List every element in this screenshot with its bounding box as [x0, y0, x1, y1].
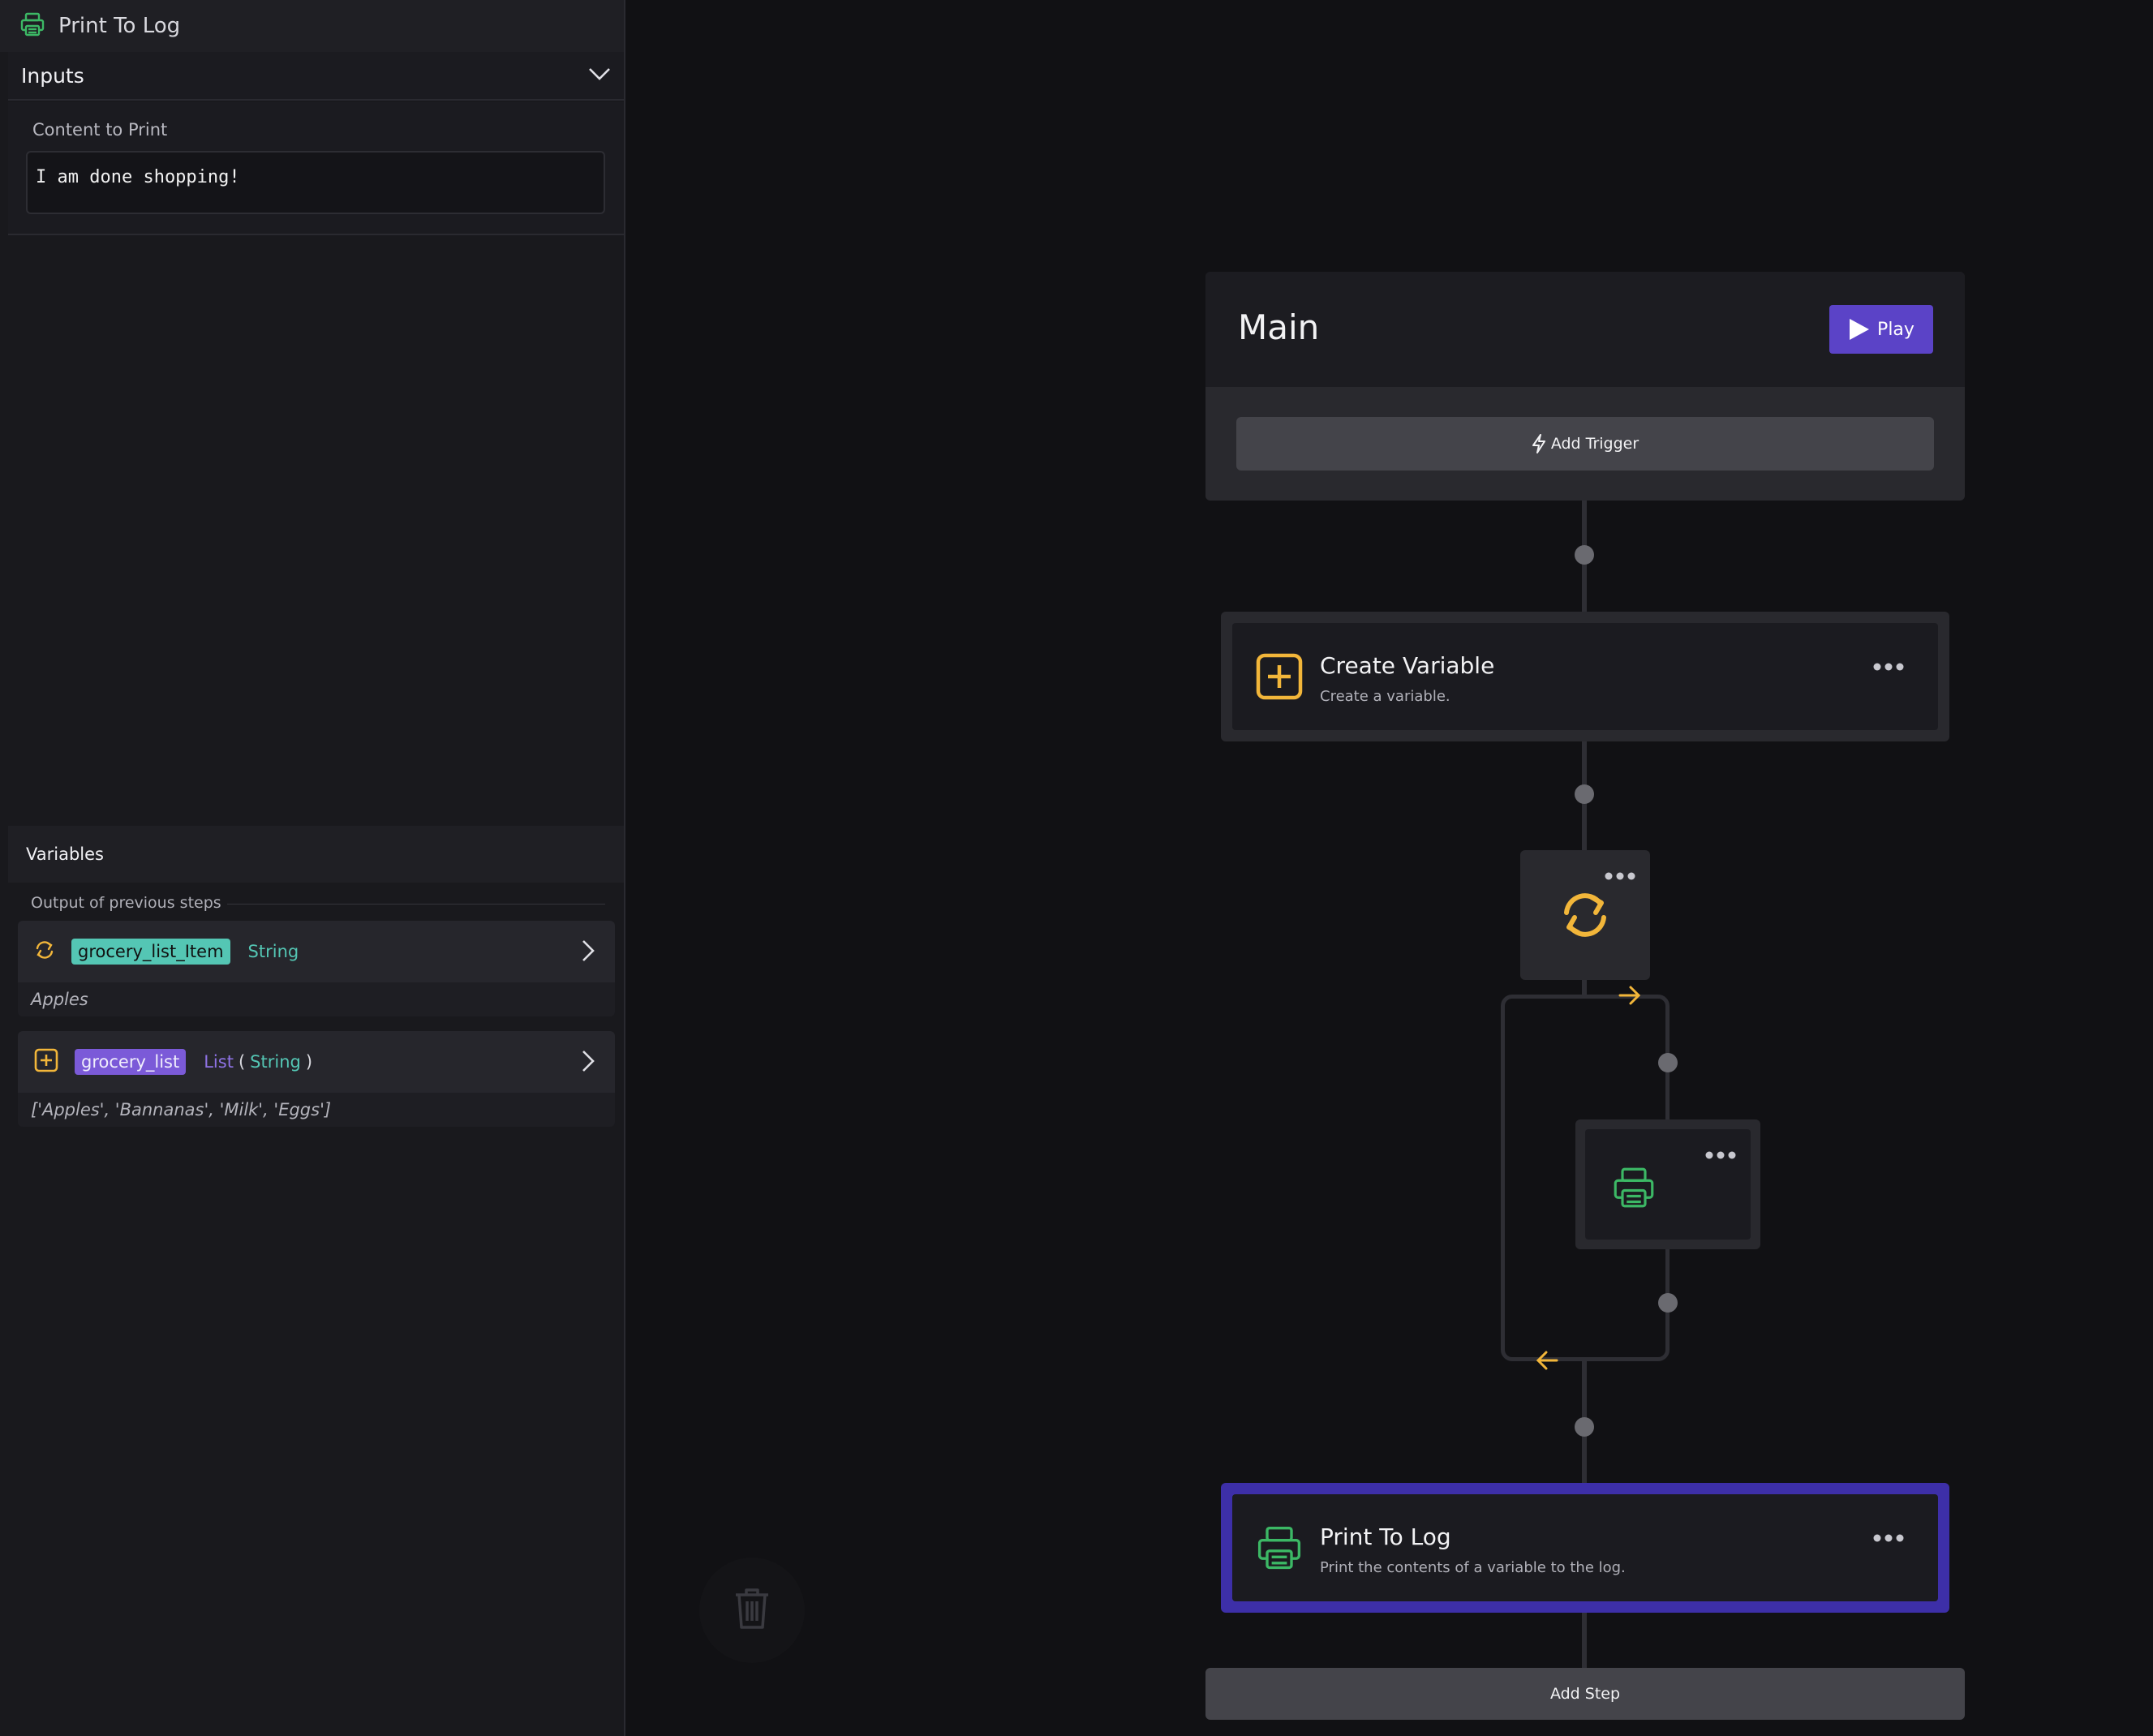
- chevron-right-icon[interactable]: [581, 939, 595, 966]
- panel-header: Print To Log: [0, 0, 624, 52]
- variable-value: ['Apples', 'Bannanas', 'Milk', 'Eggs']: [18, 1093, 615, 1127]
- loop-body-print-step[interactable]: [1575, 1119, 1760, 1249]
- play-button[interactable]: Play: [1829, 305, 1933, 354]
- variable-type: String: [247, 942, 299, 961]
- arrow-left-icon: [1535, 1350, 1559, 1374]
- output-of-previous-steps-label: Output of previous steps: [31, 894, 221, 912]
- inputs-section: Content to Print I am done shopping!: [8, 102, 624, 235]
- connector-wire: [1582, 1613, 1587, 1668]
- variable-type: List: [204, 1052, 234, 1072]
- main-flow-card: Main Play Add Trigger: [1205, 272, 1965, 501]
- step-title: Print To Log: [1320, 1523, 1451, 1550]
- loop-step-node[interactable]: [1520, 850, 1650, 980]
- insert-step-dot[interactable]: [1658, 1293, 1678, 1313]
- paren-open: (: [238, 1052, 246, 1072]
- inputs-label: Inputs: [21, 63, 84, 88]
- chevron-right-icon[interactable]: [581, 1049, 595, 1076]
- divider: [227, 904, 605, 905]
- loop-icon: [34, 939, 55, 964]
- more-options-icon[interactable]: [1605, 868, 1635, 883]
- variable-name-tag: grocery_list_Item: [71, 939, 230, 965]
- paren-close: ): [305, 1052, 313, 1072]
- printer-icon: [1255, 1523, 1304, 1575]
- printer-icon: [1611, 1165, 1657, 1214]
- add-trigger-label: Add Trigger: [1550, 435, 1639, 453]
- variable-row-grocery-list-item[interactable]: grocery_list_Item String: [18, 921, 615, 982]
- trash-icon: [733, 1587, 771, 1634]
- variable-subtype: String: [250, 1052, 301, 1072]
- step-create-variable[interactable]: Create Variable Create a variable.: [1221, 612, 1949, 741]
- insert-step-dot[interactable]: [1575, 545, 1594, 565]
- insert-step-dot[interactable]: [1575, 784, 1594, 804]
- more-options-icon[interactable]: [1873, 659, 1904, 674]
- more-options-icon[interactable]: [1873, 1530, 1904, 1545]
- step-print-to-log[interactable]: Print To Log Print the contents of a var…: [1221, 1483, 1949, 1613]
- insert-step-dot[interactable]: [1575, 1417, 1594, 1437]
- variable-name-tag: grocery_list: [75, 1049, 187, 1075]
- step-config-panel: Print To Log Inputs Content to Print I a…: [0, 0, 625, 1736]
- play-label: Play: [1877, 319, 1914, 340]
- chevron-down-icon[interactable]: [588, 67, 611, 84]
- trigger-area: Add Trigger: [1205, 387, 1965, 501]
- create-variable-icon: [34, 1048, 58, 1076]
- step-description: Print the contents of a variable to the …: [1320, 1559, 1626, 1576]
- lightning-icon: [1532, 434, 1546, 453]
- insert-step-dot[interactable]: [1658, 1053, 1678, 1072]
- arrow-right-icon: [1618, 985, 1642, 1009]
- connector-wire: [1582, 980, 1587, 996]
- play-icon: [1848, 317, 1871, 342]
- inputs-section-toggle[interactable]: Inputs: [8, 52, 624, 101]
- variables-header: Variables: [8, 826, 624, 883]
- create-variable-icon: [1255, 652, 1304, 704]
- variable-row-grocery-list[interactable]: grocery_list List ( String ): [18, 1031, 615, 1093]
- panel-title: Print To Log: [58, 14, 181, 38]
- variable-value: Apples: [18, 982, 615, 1016]
- step-title: Create Variable: [1320, 652, 1495, 679]
- content-to-print-label: Content to Print: [32, 120, 168, 140]
- loop-icon: [1559, 889, 1611, 944]
- delete-drop-zone[interactable]: [699, 1558, 805, 1663]
- step-description: Create a variable.: [1320, 688, 1450, 705]
- add-step-button[interactable]: Add Step: [1205, 1668, 1965, 1720]
- add-trigger-button[interactable]: Add Trigger: [1236, 417, 1934, 471]
- flow-title: Main: [1238, 307, 1320, 347]
- content-to-print-field[interactable]: I am done shopping!: [26, 151, 605, 214]
- main-card-header: Main Play: [1205, 272, 1965, 387]
- printer-icon: [19, 12, 45, 40]
- more-options-icon[interactable]: [1705, 1147, 1736, 1162]
